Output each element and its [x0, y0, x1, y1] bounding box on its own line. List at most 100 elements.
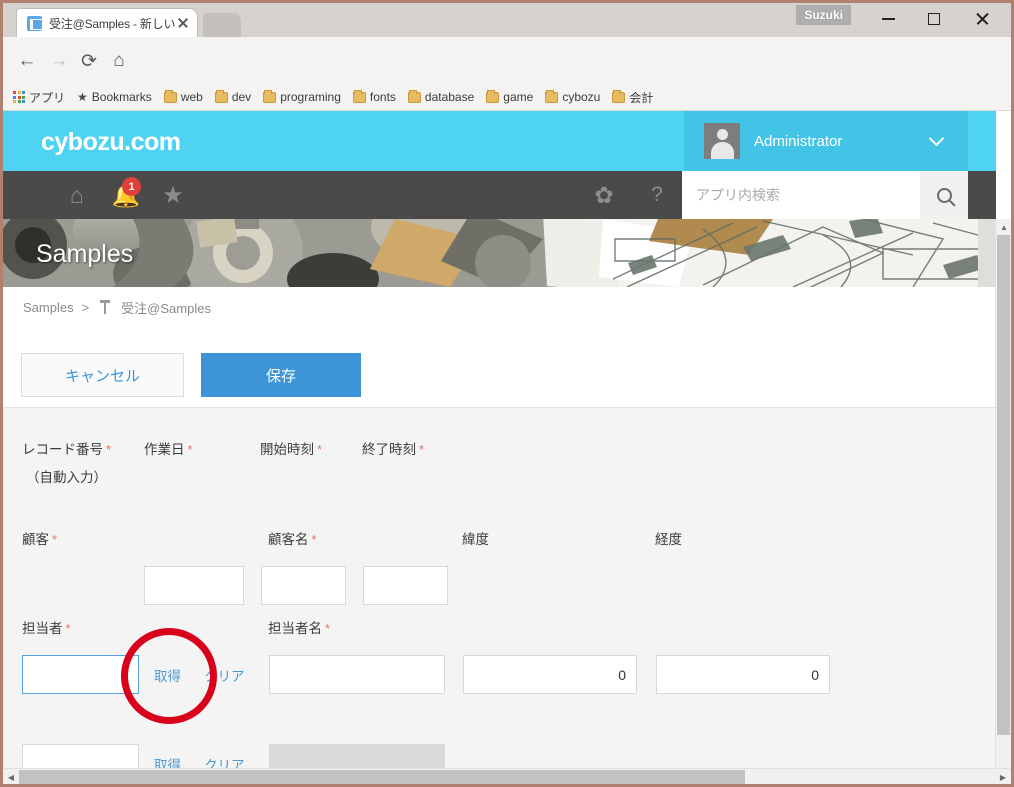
minimize-button[interactable]: [865, 3, 911, 35]
close-icon[interactable]: [175, 15, 191, 31]
bookmark-label: cybozu: [562, 90, 601, 104]
star-icon[interactable]: ★: [161, 182, 185, 209]
customer-name-input[interactable]: [269, 655, 445, 694]
app-search-box[interactable]: [682, 171, 920, 219]
window-close-icon: [975, 12, 989, 26]
folder-icon: [352, 89, 366, 103]
back-button[interactable]: ←: [11, 45, 43, 77]
browser-toolbar: ← → ⟳ ⌂ https://fe54k.cybozu.com/k/64/ed…: [3, 37, 1011, 114]
start-time-input[interactable]: [261, 566, 346, 605]
maximize-button[interactable]: [911, 3, 957, 35]
user-menu[interactable]: Administrator: [684, 111, 968, 171]
notification-badge: 1: [122, 177, 141, 196]
browser-titlebar: 受注@Samples - 新しいレ Suzuki: [3, 3, 1011, 37]
user-name: Administrator: [754, 132, 843, 150]
latitude-input[interactable]: [463, 655, 637, 694]
field-label-record-number: レコード番号 *: [22, 442, 112, 457]
banner-graphic: [3, 219, 996, 287]
app-banner-image: Samples: [3, 219, 996, 287]
search-button[interactable]: [920, 171, 968, 219]
bookmark-label: Bookmarks: [91, 90, 152, 104]
horizontal-scrollbar[interactable]: ◀ ▶: [3, 768, 1011, 784]
folder-icon: [612, 89, 626, 103]
bookmark-label: 会計: [629, 90, 654, 105]
horizontal-scroll-thumb[interactable]: [19, 770, 745, 784]
folder-icon: [263, 89, 277, 103]
cybozu-header: cybozu.com Administrator: [3, 111, 996, 171]
bookmark-fonts[interactable]: fonts: [352, 89, 396, 104]
bookmarks-bar: アプリ ★ Bookmarks web dev programing fonts…: [3, 84, 1011, 111]
longitude-input[interactable]: [656, 655, 830, 694]
staff-input[interactable]: [22, 744, 139, 768]
breadcrumb-separator: >: [81, 299, 90, 315]
bookmark-bookmarks[interactable]: ★ Bookmarks: [77, 90, 152, 104]
avatar: [704, 123, 740, 159]
bookmark-label: programing: [280, 90, 341, 104]
cybozu-navbar: ⌂ 🔔 1 ★ ✿ ?: [3, 171, 996, 219]
cancel-button[interactable]: キャンセル: [21, 353, 184, 397]
chrome-profile-badge[interactable]: Suzuki: [796, 5, 851, 25]
staff-clear-link[interactable]: クリア: [204, 754, 245, 768]
menu-icon[interactable]: [16, 185, 42, 205]
field-label-end-time: 終了時刻 *: [362, 442, 425, 457]
app-title: Samples: [36, 240, 134, 268]
home-icon[interactable]: ⌂: [65, 182, 89, 208]
staff-name-input[interactable]: [269, 744, 445, 768]
help-icon[interactable]: ?: [645, 183, 669, 207]
bookmark-label: database: [424, 90, 475, 104]
search-icon: [936, 187, 952, 203]
kintone-app-icon: [27, 15, 43, 31]
field-label-staff-name: 担当者名 *: [268, 621, 331, 636]
chevron-down-icon: [928, 130, 945, 147]
bookmark-cybozu[interactable]: cybozu: [545, 89, 601, 104]
field-label-work-date: 作業日 *: [144, 442, 193, 457]
new-tab-button[interactable]: [203, 13, 241, 37]
work-date-input[interactable]: [144, 566, 244, 605]
record-number-value: （自動入力）: [26, 470, 107, 485]
window-close-button[interactable]: [959, 3, 1005, 35]
bookmark-label: dev: [231, 90, 252, 104]
scroll-right-icon[interactable]: ▶: [995, 769, 1011, 784]
folder-icon: [407, 89, 421, 103]
customer-input[interactable]: [22, 655, 139, 694]
end-time-input[interactable]: [363, 566, 448, 605]
maximize-icon: [928, 13, 940, 25]
folder-icon: [214, 89, 228, 103]
folder-icon: [545, 89, 559, 103]
bookmark-kaikei[interactable]: 会計: [612, 89, 653, 106]
bookmark-label: アプリ: [29, 90, 66, 105]
gear-icon[interactable]: ✿: [592, 182, 616, 208]
page-viewport: cybozu.com Administrator ⌂ 🔔 1 ★ ✿ ?: [3, 111, 1011, 784]
scroll-left-icon[interactable]: ◀: [3, 769, 19, 784]
bookmark-programing[interactable]: programing: [263, 89, 341, 104]
bookmark-database[interactable]: database: [407, 89, 475, 104]
cybozu-logo[interactable]: cybozu.com: [41, 128, 181, 157]
field-label-start-time: 開始時刻 *: [260, 442, 323, 457]
pin-icon: [99, 300, 111, 314]
bookmark-apps[interactable]: アプリ: [13, 89, 65, 106]
vertical-scroll-thumb[interactable]: [997, 235, 1010, 735]
home-button[interactable]: ⌂: [103, 45, 135, 77]
record-form: レコード番号 * （自動入力） 作業日 * 開始時刻 * 終了時刻 * 顧客 * 取得 ク…: [3, 408, 996, 768]
breadcrumb-current: 受注@Samples: [121, 300, 211, 316]
save-button[interactable]: 保存: [201, 353, 361, 397]
vertical-scrollbar[interactable]: ▲ ▼: [995, 219, 1011, 784]
breadcrumb-root[interactable]: Samples: [23, 300, 74, 315]
field-label-latitude: 緯度: [462, 532, 489, 547]
bookmark-dev[interactable]: dev: [214, 89, 252, 104]
scroll-up-icon[interactable]: ▲: [996, 219, 1011, 235]
bookmark-game[interactable]: game: [486, 89, 534, 104]
bookmark-label: game: [503, 90, 534, 104]
bookmark-label: fonts: [369, 90, 396, 104]
folder-icon: [163, 89, 177, 103]
search-input[interactable]: [682, 171, 920, 219]
bookmark-web[interactable]: web: [163, 89, 203, 104]
minimize-icon: [881, 18, 895, 20]
forward-button[interactable]: →: [43, 45, 75, 77]
customer-clear-link[interactable]: クリア: [204, 665, 245, 685]
staff-get-link[interactable]: 取得: [154, 754, 181, 768]
browser-tab[interactable]: 受注@Samples - 新しいレ: [17, 9, 197, 37]
reload-button[interactable]: ⟳: [73, 45, 105, 77]
breadcrumb: Samples > 受注@Samples: [3, 287, 996, 327]
customer-get-link[interactable]: 取得: [154, 665, 181, 685]
